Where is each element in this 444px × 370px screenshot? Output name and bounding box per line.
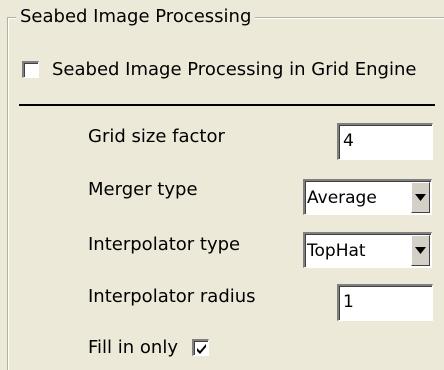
interpolator-type-dropdown[interactable]: TopHat: [303, 232, 432, 268]
interpolator-radius-label: Interpolator radius: [88, 286, 256, 307]
seabed-processing-checkbox[interactable]: [22, 61, 39, 78]
group-title: Seabed Image Processing: [16, 6, 256, 28]
merger-type-label: Merger type: [88, 179, 198, 200]
fill-in-only-label[interactable]: Fill in only: [88, 337, 178, 359]
merger-type-dropdown-button[interactable]: [411, 182, 430, 213]
checkmark-icon: [197, 344, 206, 354]
grid-size-factor-value: 4: [343, 131, 354, 151]
chevron-down-icon: [415, 246, 426, 254]
merger-type-selected-value: Average: [307, 188, 377, 208]
interpolator-type-selected-value: TopHat: [307, 241, 366, 261]
interpolator-radius-value: 1: [343, 292, 354, 312]
grid-size-factor-label: Grid size factor: [88, 126, 225, 147]
fill-in-only-checkbox[interactable]: [192, 339, 209, 356]
seabed-processing-checkbox-label[interactable]: Seabed Image Processing in Grid Engine: [52, 59, 416, 81]
interpolator-type-dropdown-button[interactable]: [411, 235, 430, 266]
interpolator-type-label: Interpolator type: [88, 234, 241, 255]
separator: [19, 104, 435, 106]
merger-type-dropdown[interactable]: Average: [303, 179, 432, 215]
grid-size-factor-input[interactable]: 4: [337, 123, 433, 160]
chevron-down-icon: [415, 193, 426, 201]
interpolator-radius-input[interactable]: 1: [337, 284, 433, 321]
